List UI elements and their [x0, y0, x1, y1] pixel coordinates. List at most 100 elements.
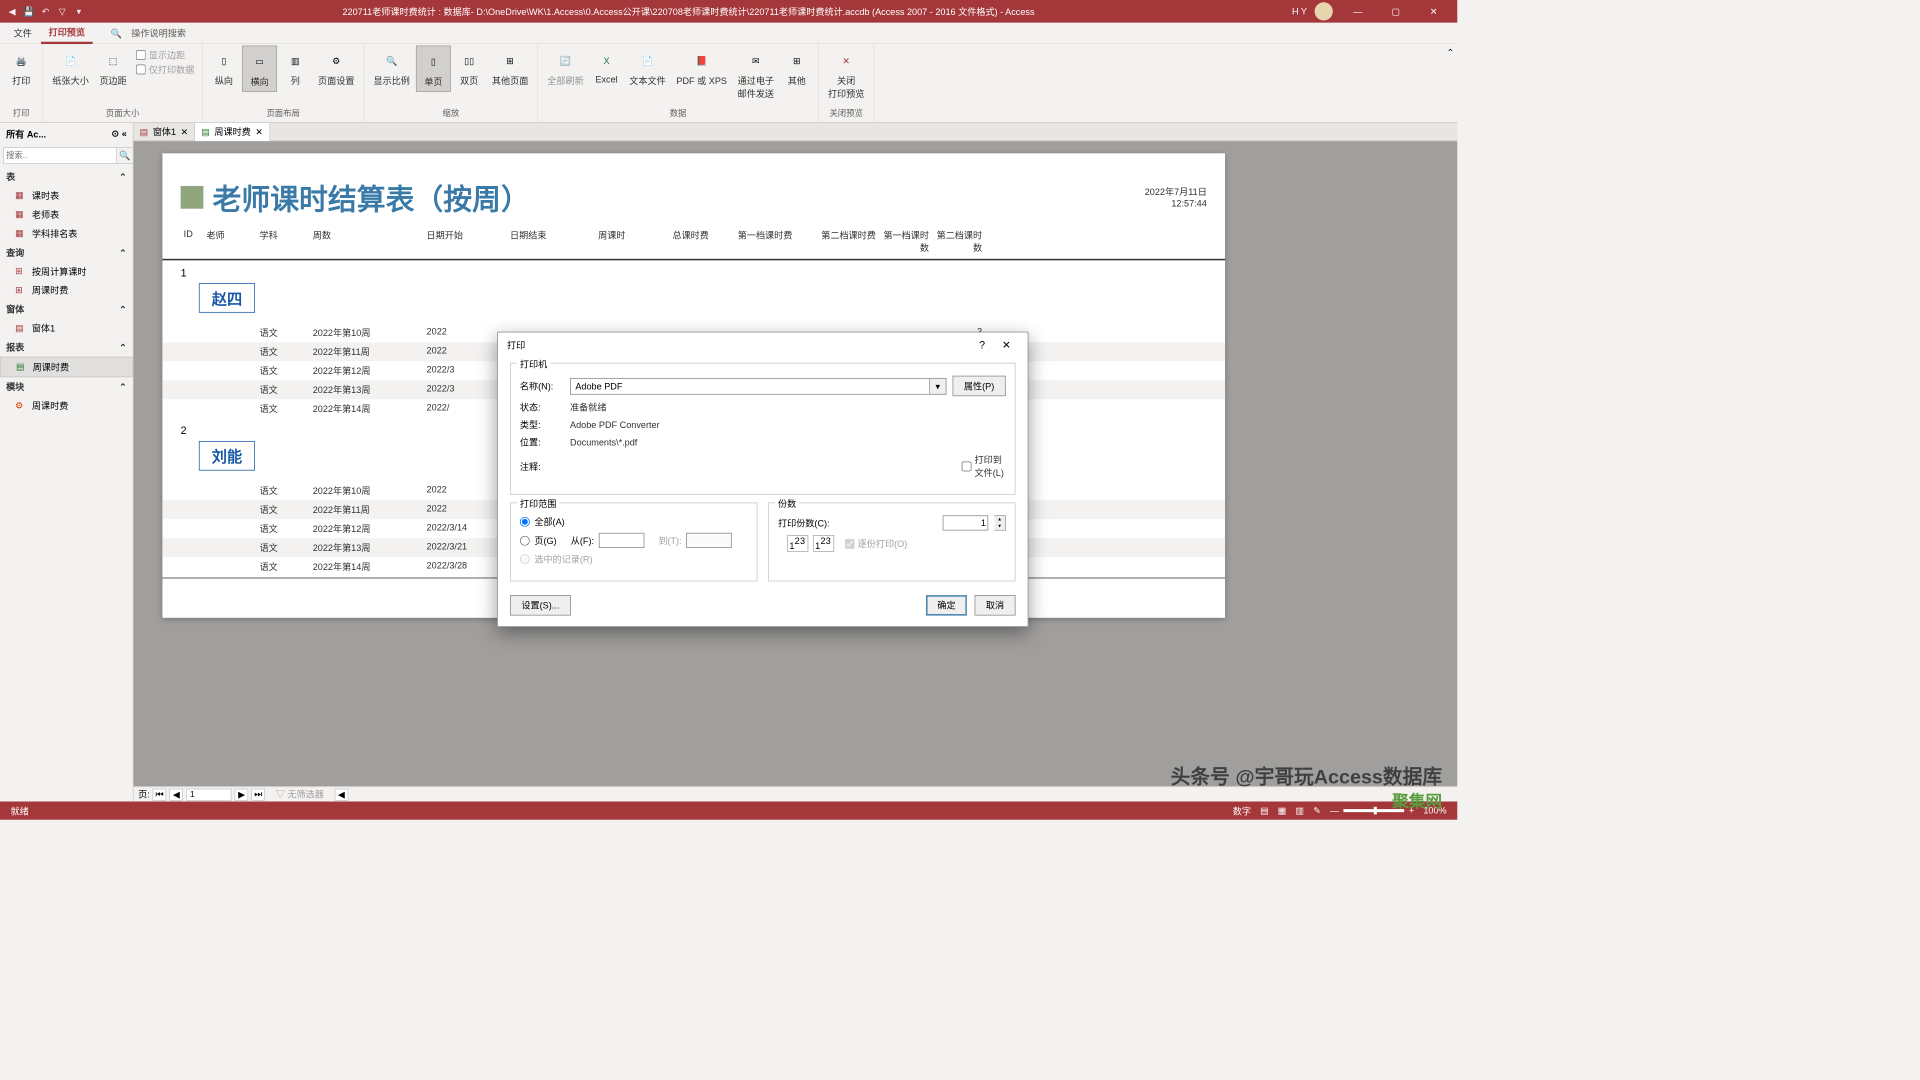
- group-id: 1: [181, 266, 1207, 278]
- view-design-icon[interactable]: ✎: [1309, 805, 1326, 816]
- page-size-button[interactable]: 📄纸张大小: [48, 46, 94, 91]
- avatar[interactable]: [1315, 2, 1333, 20]
- nav-item-report[interactable]: ▤周课时费: [0, 357, 133, 377]
- nav-dropdown-icon[interactable]: ⊙ «: [112, 128, 127, 139]
- text-file-button[interactable]: 📄文本文件: [625, 46, 671, 91]
- printer-type: Adobe PDF Converter: [570, 419, 660, 430]
- prev-page-button[interactable]: ◀: [170, 788, 184, 800]
- copies-spinner[interactable]: ▴▾: [994, 515, 1005, 530]
- search-icon[interactable]: 🔍: [117, 147, 134, 164]
- two-pages-button[interactable]: ▯▯双页: [452, 46, 485, 91]
- chevron-down-icon[interactable]: ▾: [930, 378, 947, 395]
- columns-icon: ▥: [283, 49, 307, 73]
- report-date: 2022年7月11日: [1145, 185, 1207, 198]
- setup-button[interactable]: 设置(S)...: [510, 595, 571, 615]
- page-from-input[interactable]: [599, 533, 645, 548]
- excel-button[interactable]: XExcel: [590, 46, 623, 89]
- nav-section-tables[interactable]: 表⌃: [0, 167, 133, 186]
- dialog-close-button[interactable]: ✕: [994, 332, 1018, 356]
- qat-dropdown-icon[interactable]: ▾: [73, 5, 85, 17]
- minimize-button[interactable]: —: [1340, 0, 1375, 23]
- nav-item-module[interactable]: ⚙周课时费: [0, 396, 133, 415]
- close-button[interactable]: ✕: [1416, 0, 1451, 23]
- close-preview-button[interactable]: ✕关闭 打印预览: [823, 46, 869, 104]
- nav-item-form[interactable]: ▤窗体1: [0, 319, 133, 338]
- copies-input[interactable]: [943, 515, 989, 530]
- undo-icon[interactable]: ↶: [39, 5, 51, 17]
- range-all-radio[interactable]: 全部(A): [520, 515, 748, 528]
- landscape-button[interactable]: ▭横向: [242, 46, 277, 92]
- autosave-icon[interactable]: ◀: [6, 5, 18, 17]
- ok-button[interactable]: 确定: [926, 595, 967, 615]
- margins-button[interactable]: ⬚页边距: [95, 46, 131, 91]
- filter-indicator: ▽ 无筛选器: [276, 788, 324, 801]
- page-setup-button[interactable]: ⚙页面设置: [314, 46, 360, 91]
- zoom-in-button[interactable]: +: [1404, 805, 1418, 816]
- zoom-out-button[interactable]: —: [1325, 805, 1343, 816]
- group-teacher-name: 刘能: [199, 441, 255, 471]
- range-selected-radio: 选中的记录(R): [520, 553, 748, 566]
- report-column-headers: ID老师学科周数日期开始日期结束周课时总课时费第一档课时费第二档课时费第一档课时…: [162, 224, 1225, 260]
- zoom-slider[interactable]: [1344, 809, 1405, 812]
- view-print-icon[interactable]: ▦: [1273, 805, 1291, 816]
- one-page-button[interactable]: ▯单页: [416, 46, 451, 92]
- view-report-icon[interactable]: ▤: [1256, 805, 1274, 816]
- printer-name-combobox[interactable]: ▾: [570, 378, 946, 395]
- view-layout-icon[interactable]: ▥: [1291, 805, 1309, 816]
- properties-button[interactable]: 属性(P): [953, 376, 1006, 396]
- close-icon[interactable]: ✕: [255, 126, 263, 137]
- cancel-button[interactable]: 取消: [975, 595, 1016, 615]
- tab-report[interactable]: ▤周课时费✕: [195, 123, 270, 141]
- show-margins-checkbox[interactable]: 显示边距: [136, 49, 194, 62]
- help-button[interactable]: ?: [970, 332, 994, 356]
- close-icon[interactable]: ✕: [181, 126, 189, 137]
- ribbon-collapse-button[interactable]: ⌃: [1444, 44, 1458, 122]
- title-bar: ◀ 💾 ↶ ▽ ▾ 220711老师课时费统计 : 数据库- D:\OneDri…: [0, 0, 1457, 23]
- chevron-up-icon: ⌃: [119, 304, 127, 315]
- email-button[interactable]: ✉通过电子 邮件发送: [733, 46, 779, 104]
- nav-item-table[interactable]: ▦老师表: [0, 205, 133, 224]
- nav-item-query[interactable]: ⊞周课时费: [0, 281, 133, 300]
- nav-item-table[interactable]: ▦学科排名表: [0, 224, 133, 243]
- query-icon: ⊞: [15, 265, 27, 277]
- portrait-button[interactable]: ▯纵向: [207, 46, 240, 91]
- nav-section-forms[interactable]: 窗体⌃: [0, 300, 133, 319]
- print-button[interactable]: 🖨️打印: [5, 46, 38, 91]
- last-page-button[interactable]: ⏭: [251, 788, 265, 800]
- print-data-only-checkbox[interactable]: 仅打印数据: [136, 63, 194, 76]
- printer-icon: 🖨️: [9, 49, 33, 73]
- form-icon: ▤: [15, 322, 27, 334]
- dialog-title: 打印: [507, 338, 525, 351]
- columns-button[interactable]: ▥列: [279, 46, 312, 91]
- save-icon[interactable]: 💾: [23, 5, 35, 17]
- nav-section-modules[interactable]: 模块⌃: [0, 377, 133, 396]
- page-number-input[interactable]: [186, 788, 232, 800]
- scroll-left-button[interactable]: ◀: [334, 788, 348, 800]
- range-pages-radio[interactable]: 页(G) 从(F): 到(T):: [520, 533, 748, 548]
- page-to-input[interactable]: [686, 533, 732, 548]
- collate-icon: 123: [813, 535, 834, 552]
- tell-me-search[interactable]: 操作说明搜索: [124, 24, 194, 43]
- maximize-button[interactable]: ▢: [1378, 0, 1413, 23]
- zoom-button[interactable]: 🔍显示比例: [369, 46, 415, 91]
- menu-file[interactable]: 文件: [6, 24, 39, 43]
- more-pages-icon: ⊞: [498, 49, 522, 73]
- tab-form1[interactable]: ▤窗体1✕: [134, 123, 196, 141]
- nav-item-query[interactable]: ⊞按周计算课时: [0, 262, 133, 281]
- next-page-button[interactable]: ▶: [235, 788, 249, 800]
- nav-section-reports[interactable]: 报表⌃: [0, 338, 133, 357]
- nav-search-input[interactable]: [3, 147, 117, 164]
- more-pages-button[interactable]: ⊞其他页面: [487, 46, 533, 91]
- nav-section-queries[interactable]: 查询⌃: [0, 243, 133, 262]
- other-export-button[interactable]: ⊞其他: [780, 46, 813, 91]
- copies-group: 份数 打印份数(C):▴▾ 123 123 逐份打印(O): [768, 502, 1015, 581]
- pdf-xps-button[interactable]: 📕PDF 或 XPS: [672, 46, 732, 91]
- printer-group: 打印机 名称(N): ▾ 属性(P) 状态:准备就绪 类型:Adobe PDF …: [510, 363, 1015, 495]
- menu-print-preview[interactable]: 打印预览: [41, 22, 93, 43]
- nav-item-table[interactable]: ▦课时表: [0, 186, 133, 205]
- window-title: 220711老师课时费统计 : 数据库- D:\OneDrive\WK\1.Ac…: [85, 5, 1292, 18]
- print-to-file-checkbox[interactable]: 打印到文件(L): [962, 453, 1006, 479]
- filter-icon[interactable]: ▽: [56, 5, 68, 17]
- first-page-button[interactable]: ⏮: [153, 788, 167, 800]
- refresh-all-button[interactable]: 🔄全部刷新: [543, 46, 589, 91]
